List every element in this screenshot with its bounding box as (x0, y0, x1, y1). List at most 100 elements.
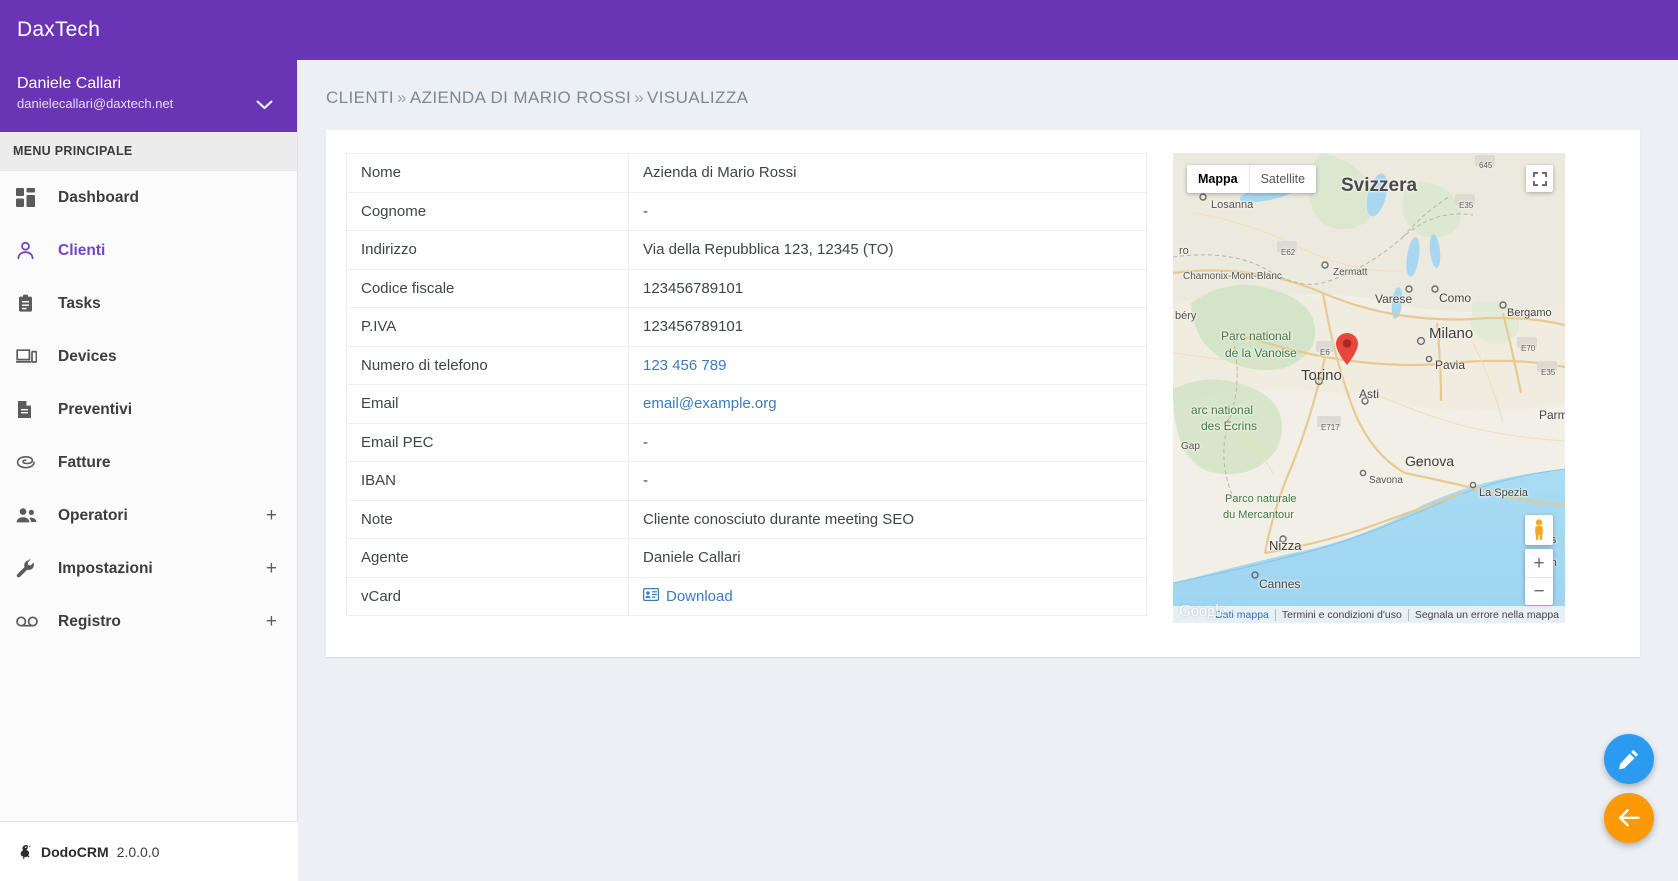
map-place-label: du Mercantour (1223, 509, 1294, 521)
map-place-label: Gap (1181, 441, 1200, 452)
detail-value: Cliente conosciuto durante meeting SEO (628, 499, 1147, 539)
sidebar-menu: Dashboard Clienti Tasks Devices Preventivi Fa… (0, 171, 297, 648)
sidebar-item-preventivi[interactable]: Preventivi (0, 383, 297, 436)
table-row: Indirizzo Via della Repubblica 123, 12345… (346, 230, 1147, 270)
fullscreen-expand-icon[interactable] (1526, 165, 1553, 192)
detail-key: Agente (346, 538, 629, 578)
sidebar-item-tasks[interactable]: Tasks (0, 277, 297, 330)
detail-key: vCard (346, 576, 629, 616)
clipboard-icon (16, 293, 44, 315)
map-place-label: des Écrins (1201, 419, 1258, 433)
back-fab-button[interactable] (1604, 793, 1654, 843)
map-place-label: Asti (1359, 387, 1380, 401)
map-place-label: Parm (1539, 408, 1565, 422)
pencil-icon (1619, 749, 1639, 770)
zoom-in-button[interactable]: + (1525, 549, 1553, 577)
map-place-label: Cannes (1259, 577, 1301, 591)
brand-logo[interactable]: DaxTech (0, 18, 100, 42)
detail-value: - (628, 191, 1147, 231)
table-row: P.IVA 123456789101 (346, 307, 1147, 347)
sidebar-item-label: Dashboard (58, 188, 139, 206)
detail-value-link[interactable]: email@example.org (643, 395, 777, 412)
detail-key: Numero di telefono (346, 345, 629, 385)
map-place-label: Parco naturale (1225, 493, 1297, 505)
table-row: Cognome - (346, 191, 1147, 231)
detail-value: 123456789101 (628, 307, 1147, 347)
sidebar-item-label: Impostazioni (58, 559, 153, 577)
map-zoom-controls[interactable]: + − (1525, 549, 1553, 605)
voicemail-icon (16, 611, 44, 633)
map-type-switcher[interactable]: Mappa Satellite (1187, 165, 1317, 193)
detail-key: Email PEC (346, 422, 629, 462)
expand-plus-icon[interactable]: + (266, 506, 279, 525)
breadcrumb-item[interactable]: CLIENTI (326, 88, 394, 107)
sidebar-item-clienti[interactable]: Clienti (0, 224, 297, 277)
map-place-label: Savona (1369, 475, 1403, 486)
client-detail-card: Nome Azienda di Mario Rossi Cognome - Indiri… (326, 130, 1640, 657)
zoom-out-button[interactable]: − (1525, 577, 1553, 605)
map-place-label: béry (1175, 310, 1197, 322)
map-place-label: Zermatt (1333, 267, 1368, 278)
sidebar-item-dashboard[interactable]: Dashboard (0, 171, 297, 224)
sidebar-item-label: Operatori (58, 506, 128, 524)
top-bar: DaxTech (0, 0, 1678, 60)
location-map[interactable]: Svizzera Losanna E62 Zermatt Chamonix-Mont-B… (1173, 153, 1565, 623)
user-email: danielecallari@daxtech.net (17, 96, 174, 111)
table-row: vCard Download (346, 576, 1147, 616)
map-marker-pin-icon[interactable] (1336, 333, 1358, 365)
map-attribution: Dati mappa Termini e condizioni d'uso Segn… (1173, 606, 1565, 623)
document-icon (16, 399, 44, 421)
table-row: Nome Azienda di Mario Rossi (346, 153, 1147, 193)
map-place-label: E70 (1521, 344, 1536, 353)
table-row: Note Cliente conosciuto durante meeting S… (346, 499, 1147, 539)
wrench-icon (16, 558, 44, 580)
map-place-label: E717 (1321, 423, 1340, 432)
expand-plus-icon[interactable]: + (266, 559, 279, 578)
detail-value: Via della Repubblica 123, 12345 (TO) (628, 230, 1147, 270)
footer-product-name: DodoCRM (41, 843, 109, 860)
map-place-label: La Spezia (1479, 487, 1528, 499)
map-place-label: E6 (1320, 348, 1330, 357)
sidebar-item-label: Clienti (58, 241, 106, 259)
sidebar-item-devices[interactable]: Devices (0, 330, 297, 383)
chevron-down-icon[interactable] (256, 96, 273, 113)
detail-key: Note (346, 499, 629, 539)
map-place-label: Losanna (1211, 199, 1254, 211)
map-place-label: Svizzera (1341, 175, 1418, 196)
sidebar-item-registro[interactable]: Registro + (0, 595, 297, 648)
expand-plus-icon[interactable]: + (266, 612, 279, 631)
sidebar-item-label: Fatture (58, 453, 111, 471)
detail-value-link[interactable]: 123 456 789 (643, 357, 726, 374)
detail-key: Cognome (346, 191, 629, 231)
footer-version: 2.0.0.0 (116, 843, 160, 860)
contact-card-icon (642, 587, 660, 605)
sidebar-item-impostazioni[interactable]: Impostazioni + (0, 542, 297, 595)
map-attribution-item[interactable]: Segnala un errore nella mappa (1407, 608, 1565, 621)
google-watermark: Google (1179, 601, 1227, 620)
edit-fab-button[interactable] (1604, 734, 1654, 784)
vcard-download-link[interactable]: Download (642, 587, 1132, 605)
download-label[interactable]: Download (666, 588, 733, 605)
map-place-label: Bergamo (1507, 307, 1552, 319)
menu-section-header: MENU PRINCIPALE (0, 132, 297, 171)
sidebar-item-label: Tasks (58, 294, 101, 312)
detail-key: Nome (346, 153, 629, 193)
devices-icon (16, 346, 44, 368)
table-row: Numero di telefono 123 456 789 (346, 345, 1147, 385)
map-place-label: Como (1439, 291, 1472, 305)
detail-value: email@example.org (628, 384, 1147, 424)
map-type-satellite[interactable]: Satellite (1248, 165, 1316, 193)
sidebar-item-fatture[interactable]: Fatture (0, 436, 297, 489)
detail-value: Azienda di Mario Rossi (628, 153, 1147, 193)
map-type-mappa[interactable]: Mappa (1187, 165, 1249, 193)
table-row: Codice fiscale 123456789101 (346, 268, 1147, 308)
street-view-pegman-icon[interactable] (1525, 515, 1553, 545)
map-attribution-item[interactable]: Termini e condizioni d'uso (1274, 608, 1408, 621)
paperclip-icon (16, 452, 44, 474)
map-place-label: Genova (1405, 453, 1455, 469)
map-place-label: E62 (1281, 248, 1296, 257)
sidebar-item-operatori[interactable]: Operatori + (0, 489, 297, 542)
user-panel[interactable]: Daniele Callari danielecallari@daxtech.n… (0, 60, 297, 132)
user-name: Daniele Callari (17, 75, 122, 92)
breadcrumb-item[interactable]: AZIENDA DI MARIO ROSSI (410, 88, 631, 107)
